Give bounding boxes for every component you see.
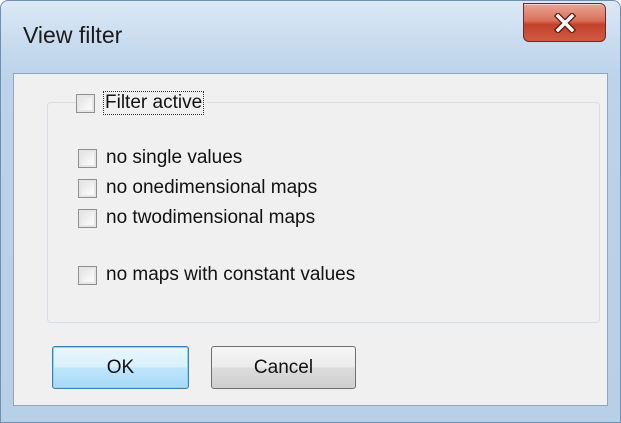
ok-button[interactable]: OK [52,346,189,389]
no-onedimensional-maps-row[interactable]: no onedimensional maps [78,177,318,199]
no-twodimensional-maps-label: no twodimensional maps [106,207,316,228]
no-onedimensional-maps-checkbox[interactable] [78,178,97,198]
no-constant-value-maps-row[interactable]: no maps with constant values [78,264,356,286]
no-single-values-row[interactable]: no single values [78,147,243,169]
no-onedimensional-maps-label: no onedimensional maps [106,177,318,198]
cancel-button-label: Cancel [253,356,314,378]
window-title: View filter [23,22,123,48]
filter-active-checkbox-row[interactable]: Filter active [76,91,208,115]
dialog-window: View filter Filter active no single valu… [0,0,621,423]
ok-button-label: OK [106,356,135,378]
no-single-values-checkbox[interactable] [78,148,97,168]
dialog-client-area: Filter active no single values no onedim… [13,73,608,406]
no-constant-value-maps-label: no maps with constant values [106,264,356,285]
no-constant-value-maps-checkbox[interactable] [78,265,97,285]
no-single-values-label: no single values [106,147,243,168]
close-button[interactable] [523,3,606,42]
cancel-button[interactable]: Cancel [211,346,356,389]
filter-active-label: Filter active [102,91,205,115]
title-bar[interactable]: View filter [1,1,620,73]
no-twodimensional-maps-checkbox[interactable] [78,208,97,228]
filter-active-checkbox[interactable] [76,93,95,113]
no-twodimensional-maps-row[interactable]: no twodimensional maps [78,207,316,229]
close-icon [553,12,576,33]
